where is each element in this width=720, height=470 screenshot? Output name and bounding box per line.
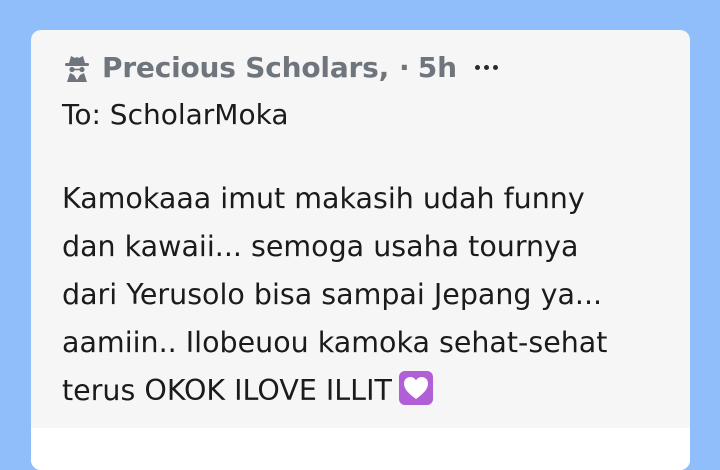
post-header: Precious Scholars, · 5h <box>62 48 499 86</box>
message-line: dari Yerusolo bisa sampai Jepang ya... <box>62 278 603 311</box>
post-time: 5h <box>417 50 458 84</box>
message-line-last: terus OKOK ILOVE ILLIT <box>62 367 662 415</box>
message-line: aamiin.. Ilobeuou kamoka sehat-sehat <box>62 326 608 359</box>
message-card: Precious Scholars, · 5h To: ScholarMoka … <box>31 30 690 470</box>
card-footer-area <box>31 428 690 470</box>
spy-incognito-icon <box>65 56 89 82</box>
sender-name[interactable]: Precious Scholars, <box>102 51 389 84</box>
message-body: Kamokaaa imut makasih udah funny dan kaw… <box>62 175 662 415</box>
message-line: dan kawaii... semoga usaha tournya <box>62 230 579 263</box>
message-line: terus OKOK ILOVE ILLIT <box>62 374 392 407</box>
separator-dot: · <box>399 50 410 84</box>
message-line: Kamokaaa imut makasih udah funny <box>62 182 585 215</box>
more-horizontal-icon[interactable] <box>475 48 499 86</box>
recipient-label: To: ScholarMoka <box>62 98 289 131</box>
background-strip <box>0 0 720 22</box>
heart-emoji-icon <box>398 371 433 405</box>
